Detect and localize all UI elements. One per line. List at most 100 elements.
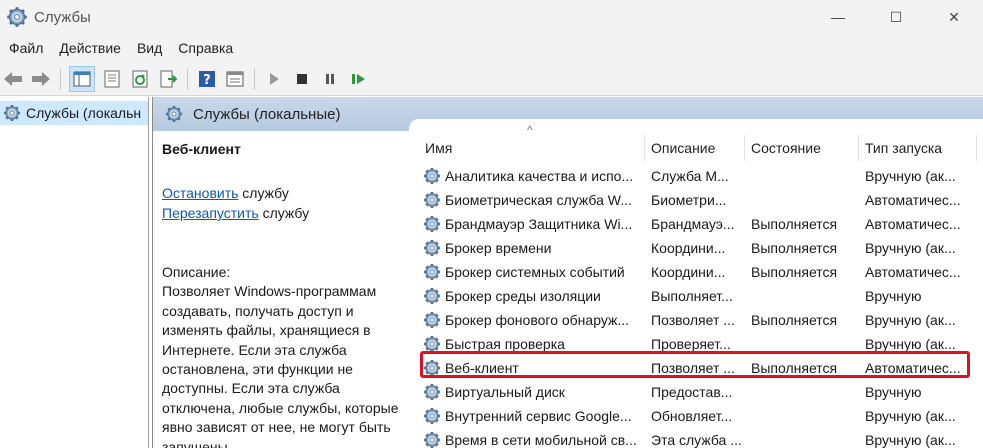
service-description-cell: Служба M... (651, 168, 729, 184)
back-arrow-icon[interactable] (2, 68, 24, 90)
service-gear-icon (423, 383, 441, 401)
toolbar: ? (0, 62, 983, 96)
service-name-text: Брокер системных событий (445, 264, 625, 280)
table-row[interactable]: Виртуальный диск Предостав... Вручную (419, 380, 979, 404)
properties-icon[interactable] (101, 68, 123, 90)
service-name: Брокер времени (419, 239, 645, 257)
service-name: Брандмауэр Защитника Wi... (419, 215, 645, 233)
gears-icon (165, 105, 183, 123)
service-name: Внутренний сервис Google... (419, 407, 645, 425)
table-row[interactable]: Брокер среды изоляции Выполняет... Вручную (419, 284, 979, 308)
menu-file[interactable]: Файл (4, 40, 48, 56)
maximize-button[interactable]: ☐ (867, 0, 925, 34)
stop-service-icon[interactable] (291, 68, 313, 90)
column-header-status[interactable]: Состояние (745, 135, 859, 161)
stop-service-link[interactable]: Остановить (162, 185, 238, 201)
service-name-text: Биометрическая служба W... (445, 192, 632, 208)
service-name: Брокер системных событий (419, 263, 645, 281)
menu-action[interactable]: Действие (54, 40, 126, 56)
stop-service-line: Остановить службу (162, 183, 409, 203)
svg-text:?: ? (203, 73, 211, 88)
menu-view[interactable]: Вид (132, 40, 167, 56)
service-startup-cell: Вручную (ак... (865, 312, 956, 328)
service-name: Аналитика качества и испо... (419, 167, 645, 185)
table-row[interactable]: Аналитика качества и испо... Служба M... В… (419, 164, 979, 188)
export-list-icon[interactable] (157, 68, 179, 90)
minimize-button[interactable]: — (809, 0, 867, 34)
service-gear-icon (423, 407, 441, 425)
service-name-text: Брокер среды изоляции (445, 288, 601, 304)
service-name-text: Быстрая проверка (445, 336, 565, 352)
description-panel: Веб-клиент Остановить службу Перезапусти… (153, 131, 409, 448)
service-gear-icon (423, 239, 441, 257)
restart-service-icon[interactable] (347, 68, 369, 90)
service-description-cell: Координи... (651, 264, 726, 280)
column-header-description[interactable]: Описание (645, 135, 745, 161)
menu-help[interactable]: Справка (173, 40, 238, 56)
service-name: Брокер фонового обнаруж... (419, 311, 645, 329)
service-description-cell: Координи... (651, 240, 726, 256)
service-name-text: Виртуальный диск (445, 384, 565, 400)
service-startup-cell: Вручную (ак... (865, 408, 956, 424)
service-name-text: Брандмауэр Защитника Wi... (445, 216, 633, 232)
service-startup-cell: Вручную (865, 288, 922, 304)
service-name: Брокер среды изоляции (419, 287, 645, 305)
table-row[interactable]: Биометрическая служба W... Биометри... Авт… (419, 188, 979, 212)
table-row[interactable]: Внутренний сервис Google... Обновляет... В… (419, 404, 979, 428)
service-name: Время в сети мобильной св... (419, 431, 645, 448)
service-name: Виртуальный диск (419, 383, 645, 401)
column-header-name[interactable]: Имя (419, 135, 645, 161)
column-header-startup-type[interactable]: Тип запуска (859, 135, 977, 161)
forward-arrow-icon[interactable] (30, 68, 52, 90)
service-startup-cell: Вручную (ак... (865, 336, 956, 352)
service-name-text: Время в сети мобильной св... (445, 432, 637, 448)
window-title: Службы (34, 8, 91, 26)
service-status-cell: Выполняется (751, 312, 838, 328)
service-description-cell: Позволяет ... (651, 312, 735, 328)
service-description-cell: Проверяет... (651, 336, 731, 352)
service-status-cell: Выполняется (751, 216, 838, 232)
service-gear-icon (423, 311, 441, 329)
service-gear-icon (423, 191, 441, 209)
stop-service-suffix: службу (238, 185, 289, 201)
service-name-text: Аналитика качества и испо... (445, 168, 634, 184)
service-startup-cell: Вручную (ак... (865, 240, 956, 256)
service-description-cell: Предостав... (651, 384, 733, 400)
service-description-cell: Биометри... (651, 192, 727, 208)
tree-item-services-local[interactable]: Службы (локальн (0, 101, 148, 125)
view-icon[interactable] (224, 68, 246, 90)
service-startup-cell: Автоматичес... (865, 192, 961, 208)
service-startup-cell: Вручную (865, 384, 922, 400)
list-header: Имя Описание Состояние Тип запуска (419, 135, 979, 161)
table-row[interactable]: Брокер фонового обнаруж... Позволяет ... В… (419, 308, 979, 332)
toolbar-separator (60, 67, 61, 90)
restart-service-suffix: службу (258, 205, 310, 221)
service-name-text: Внутренний сервис Google... (445, 408, 632, 424)
service-description-cell: Обновляет... (651, 408, 733, 424)
menu-bar: Файл Действие Вид Справка (0, 34, 983, 62)
pause-service-icon[interactable] (319, 68, 341, 90)
restart-service-line: Перезапустить службу (162, 203, 409, 223)
table-row[interactable]: Брокер времени Координи... Выполняется Вруч… (419, 236, 979, 260)
table-row[interactable]: Брандмауэр Защитника Wi... Брандмауэ... Вы… (419, 212, 979, 236)
service-description-cell: Брандмауэ... (651, 216, 735, 232)
service-gear-icon (423, 215, 441, 233)
service-status-cell: Выполняется (751, 264, 838, 280)
gears-icon (6, 6, 28, 28)
restart-service-link[interactable]: Перезапустить (162, 205, 259, 221)
help-icon[interactable]: ? (196, 68, 218, 90)
service-startup-cell: Вручную (ак... (865, 168, 956, 184)
service-name: Биометрическая служба W... (419, 191, 645, 209)
console-tree-icon[interactable] (69, 65, 95, 92)
service-description-cell: Эта служба ... (651, 432, 742, 448)
refresh-icon[interactable] (129, 68, 151, 90)
service-description: Описание: Позволяет Windows-программам с… (162, 264, 399, 448)
service-startup-cell: Автоматичес... (865, 216, 961, 232)
services-list: ^ Имя Описание Состояние Тип запуска Ана… (409, 119, 983, 448)
table-row[interactable]: Брокер системных событий Координи... Выпол… (419, 260, 979, 284)
table-row[interactable]: Время в сети мобильной св... Эта служба .… (419, 428, 979, 448)
close-button[interactable]: ✕ (925, 0, 983, 34)
start-service-icon[interactable] (263, 68, 285, 90)
service-gear-icon (423, 431, 441, 448)
service-name-text: Брокер фонового обнаруж... (445, 312, 630, 328)
